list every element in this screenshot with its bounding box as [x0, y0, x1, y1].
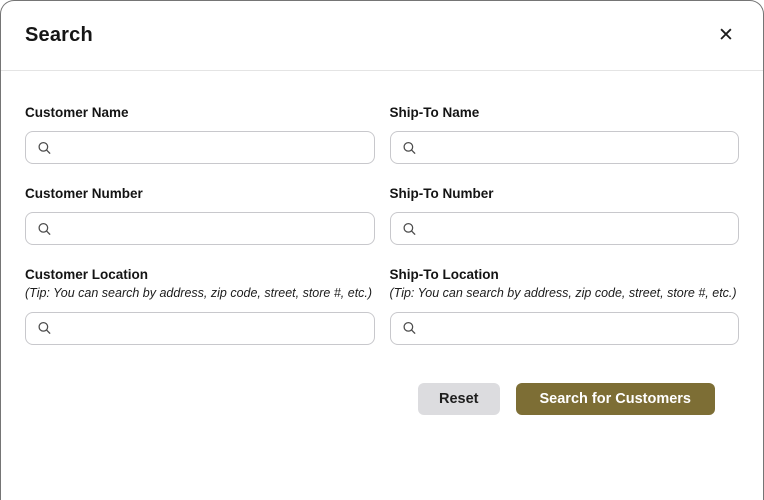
reset-button[interactable]: Reset [418, 383, 500, 415]
ship-to-location-input[interactable] [390, 312, 740, 345]
ship-to-number-label: Ship-To Number [390, 187, 740, 201]
modal-body: Customer Name Ship-To Name Customer Numb… [1, 71, 763, 415]
customer-number-input-wrap [25, 212, 375, 245]
ship-to-number-input[interactable] [390, 212, 740, 245]
customer-number-label: Customer Number [25, 187, 375, 201]
field-ship-to-number: Ship-To Number [390, 187, 740, 245]
modal-header: Search ✕ [1, 1, 763, 71]
ship-to-name-input[interactable] [390, 131, 740, 164]
field-customer-location: Customer Location (Tip: You can search b… [25, 268, 375, 345]
customer-location-input[interactable] [25, 312, 375, 345]
customer-location-input-wrap [25, 312, 375, 345]
customer-name-input-wrap [25, 131, 375, 164]
ship-to-location-input-wrap [390, 312, 740, 345]
customer-location-tip: (Tip: You can search by address, zip cod… [25, 286, 375, 302]
customer-location-label: Customer Location [25, 268, 375, 282]
field-customer-name: Customer Name [25, 106, 375, 164]
ship-to-number-input-wrap [390, 212, 740, 245]
search-form-grid: Customer Name Ship-To Name Customer Numb… [25, 106, 739, 345]
field-customer-number: Customer Number [25, 187, 375, 245]
field-ship-to-name: Ship-To Name [390, 106, 740, 164]
search-modal: Search ✕ Customer Name Ship-To Name Cust… [0, 0, 764, 500]
ship-to-name-input-wrap [390, 131, 740, 164]
search-for-customers-button[interactable]: Search for Customers [516, 383, 716, 415]
ship-to-location-label: Ship-To Location [390, 268, 740, 282]
close-icon[interactable]: ✕ [711, 21, 741, 51]
field-ship-to-location: Ship-To Location (Tip: You can search by… [390, 268, 740, 345]
customer-name-label: Customer Name [25, 106, 375, 120]
customer-number-input[interactable] [25, 212, 375, 245]
ship-to-location-tip: (Tip: You can search by address, zip cod… [390, 286, 740, 302]
modal-title: Search [25, 24, 93, 47]
customer-name-input[interactable] [25, 131, 375, 164]
modal-footer: Reset Search for Customers [25, 383, 739, 415]
ship-to-name-label: Ship-To Name [390, 106, 740, 120]
